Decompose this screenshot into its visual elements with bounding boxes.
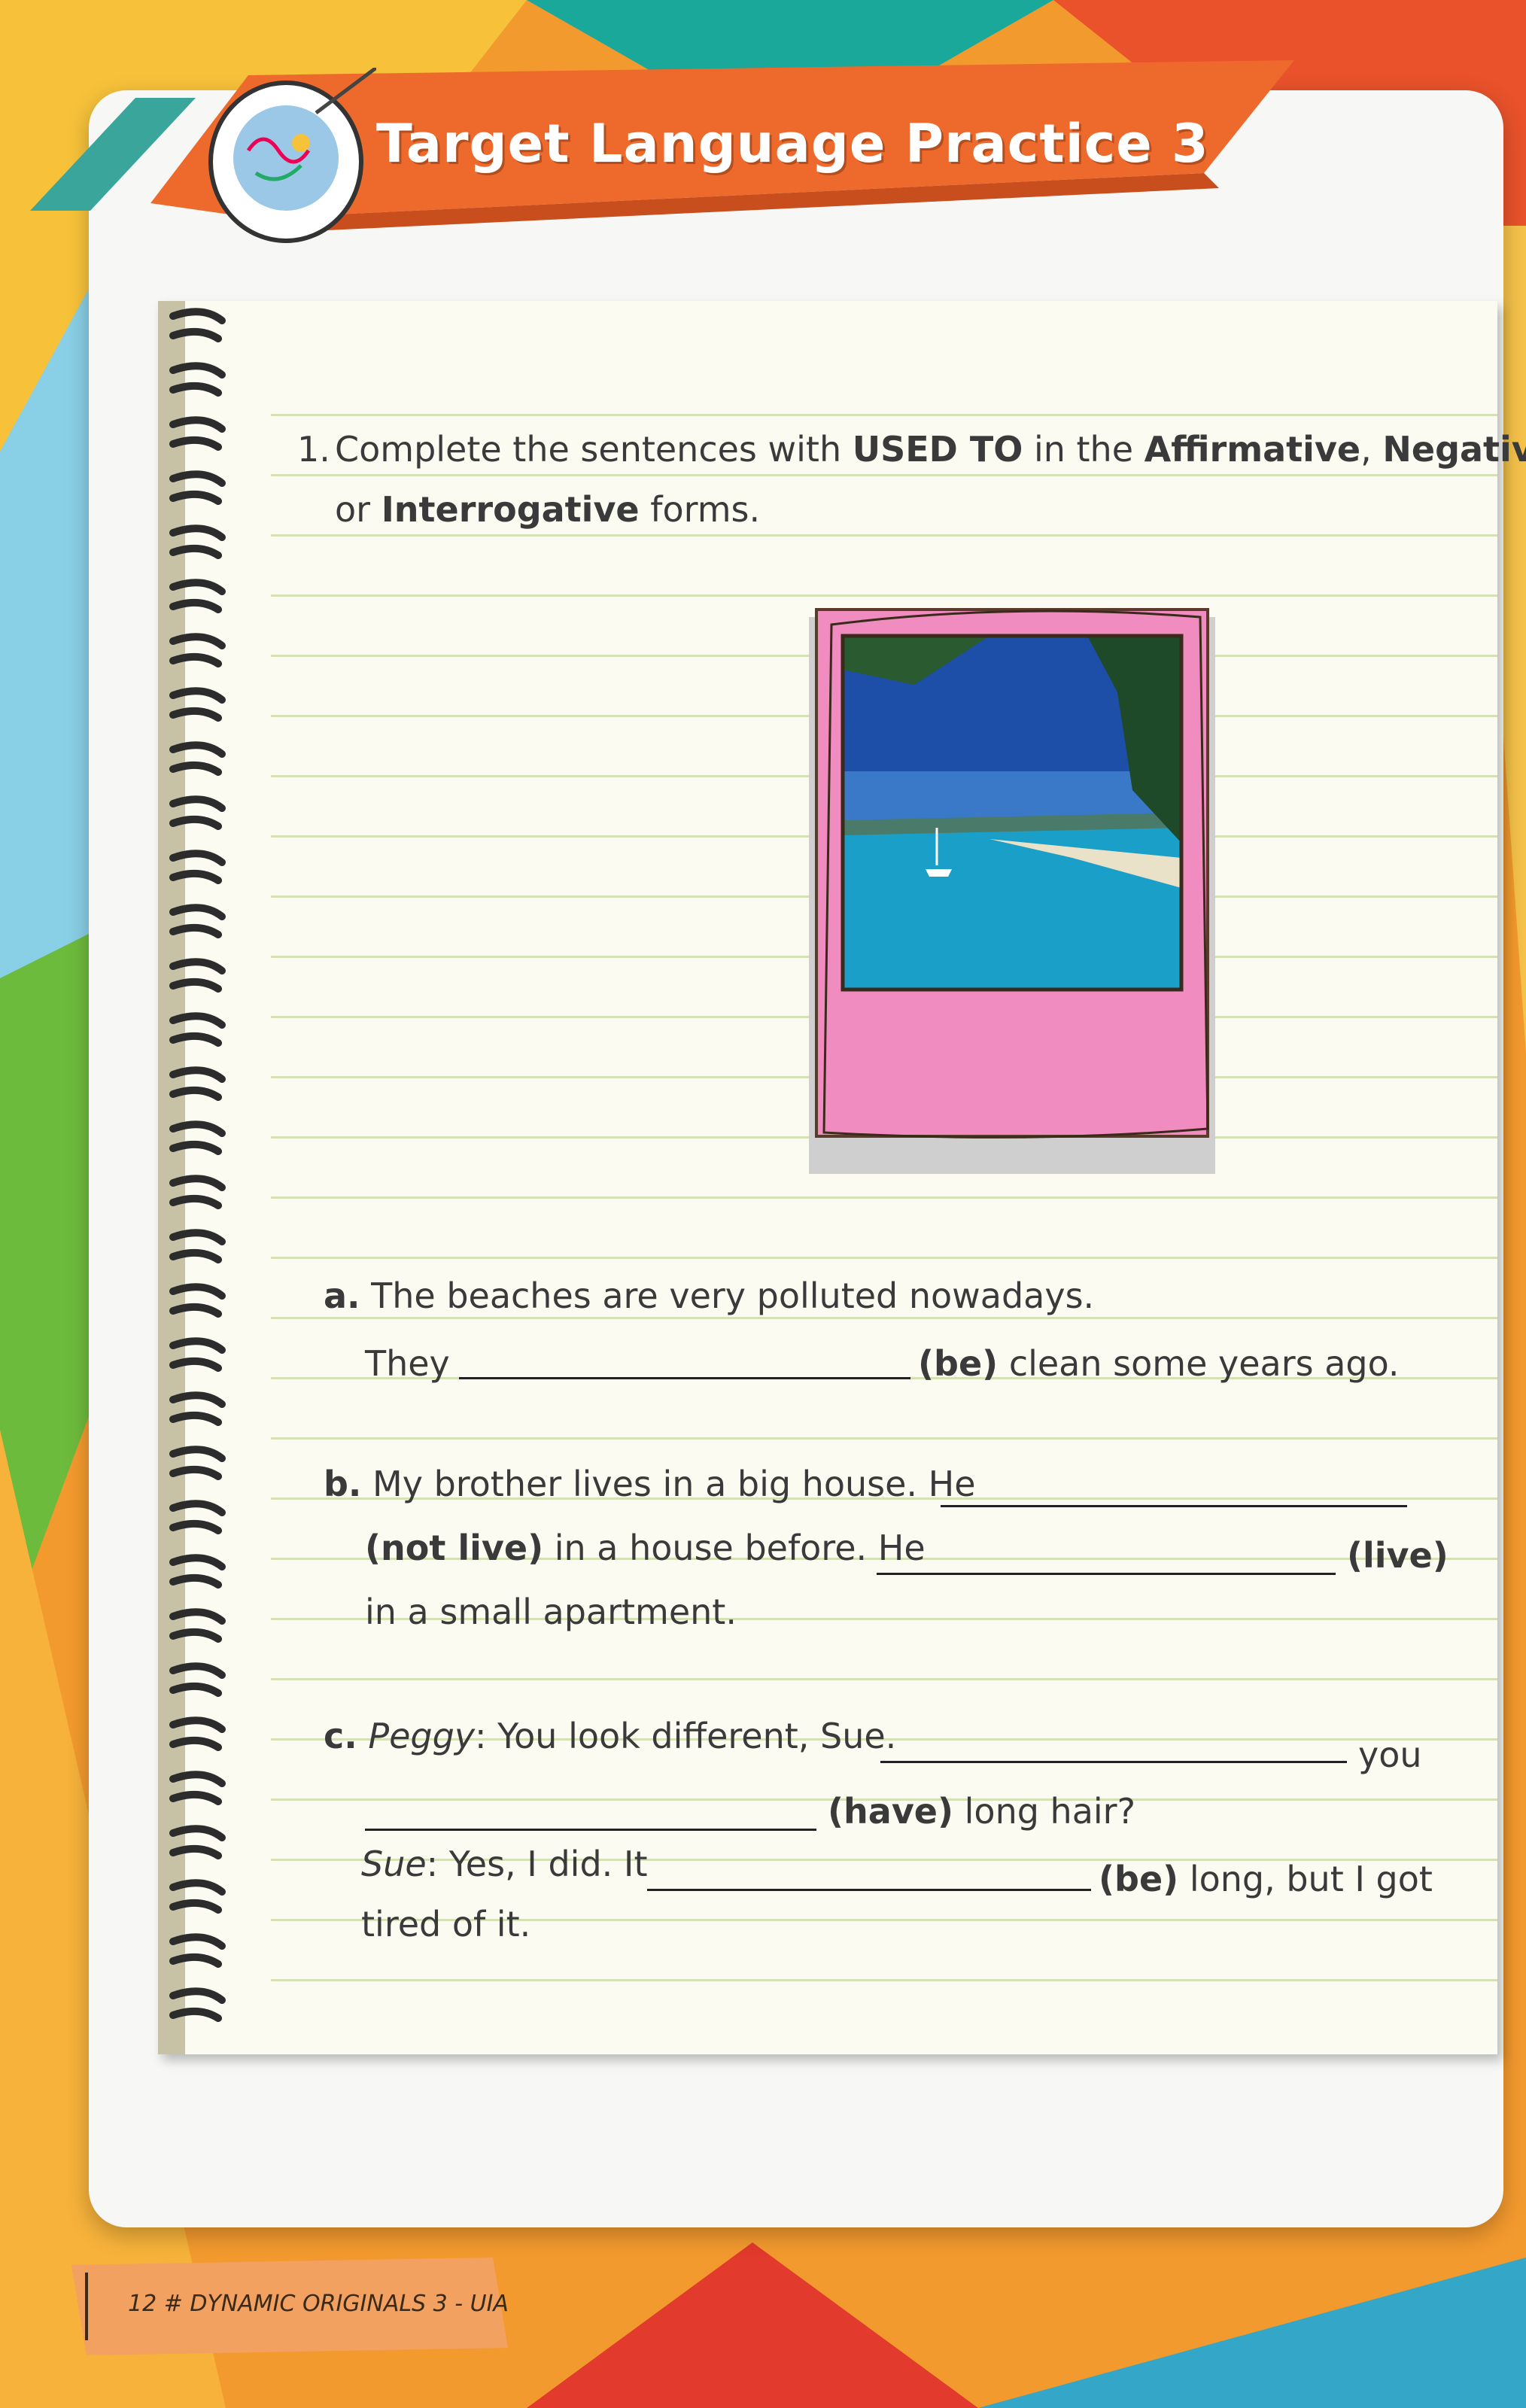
answer-blank-c-3[interactable] bbox=[647, 1889, 1091, 1891]
item-a-line-1: a. The beaches are very polluted nowaday… bbox=[324, 1275, 1095, 1316]
beach-photo bbox=[809, 608, 1215, 1174]
item-b-verb-2: (live) bbox=[1347, 1535, 1448, 1576]
item-c-line-3-end: (be) long, but I got bbox=[1099, 1859, 1433, 1899]
item-a-start: They bbox=[365, 1343, 450, 1384]
instruction-number: 1. bbox=[297, 429, 330, 470]
instruction-line-1: Complete the sentences with USED TO in t… bbox=[335, 429, 1526, 470]
item-c-you: you bbox=[1358, 1735, 1422, 1775]
answer-blank-c-1[interactable] bbox=[880, 1761, 1347, 1763]
answer-blank-a[interactable] bbox=[459, 1377, 910, 1379]
answer-blank-b-2[interactable] bbox=[877, 1573, 1336, 1575]
notebook: 1. Complete the sentences with USED TO i… bbox=[158, 301, 1526, 2054]
item-a-end: (be) clean some years ago. bbox=[918, 1343, 1400, 1384]
answer-blank-c-2[interactable] bbox=[365, 1829, 816, 1831]
item-b-line-1: b. My brother lives in a big house. He bbox=[324, 1464, 976, 1504]
instruction-line-2: or Interrogative forms. bbox=[335, 489, 761, 530]
item-c-line-3: Sue: Yes, I did. It bbox=[361, 1844, 648, 1884]
page-title: Target Language Practice 3 bbox=[376, 113, 1209, 175]
item-b-line-2: (not live) in a house before. He bbox=[365, 1528, 926, 1568]
answer-blank-b-1[interactable] bbox=[941, 1505, 1407, 1507]
page-footer-label: 12 # DYNAMIC ORIGINALS 3 - UIA bbox=[128, 2291, 509, 2317]
item-b-line-3: in a small apartment. bbox=[365, 1592, 737, 1632]
doodle-badge-icon bbox=[208, 68, 376, 243]
item-c-line-1: c. Peggy: You look different, Sue. bbox=[324, 1716, 897, 1756]
item-c-line-2: (have) long hair? bbox=[828, 1791, 1136, 1832]
spiral-binding bbox=[158, 301, 226, 2054]
item-c-line-4: tired of it. bbox=[361, 1904, 531, 1944]
